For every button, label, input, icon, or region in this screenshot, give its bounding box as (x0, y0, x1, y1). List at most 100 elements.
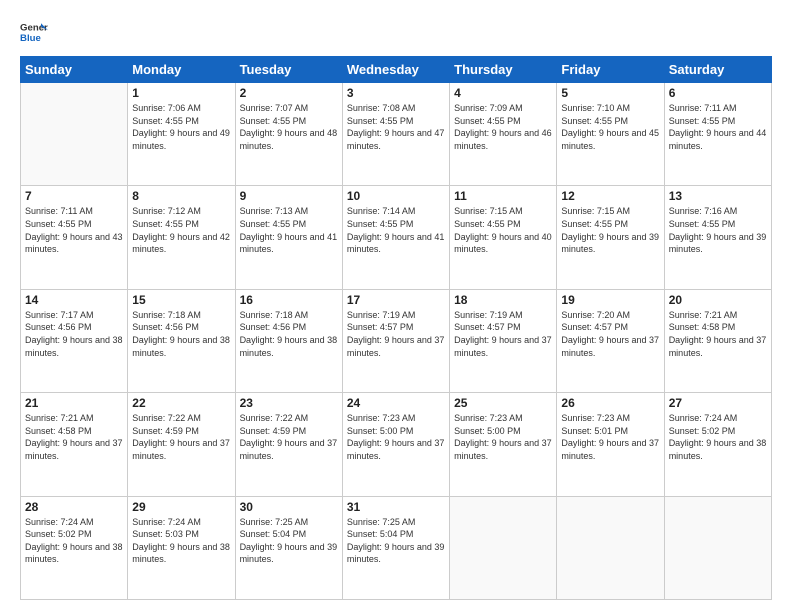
day-info: Sunrise: 7:22 AMSunset: 4:59 PMDaylight:… (240, 412, 338, 462)
day-number: 27 (669, 396, 767, 410)
header: General Blue (20, 18, 772, 46)
day-info: Sunrise: 7:12 AMSunset: 4:55 PMDaylight:… (132, 205, 230, 255)
calendar-cell: 12 Sunrise: 7:15 AMSunset: 4:55 PMDaylig… (557, 186, 664, 289)
day-number: 29 (132, 500, 230, 514)
day-info: Sunrise: 7:07 AMSunset: 4:55 PMDaylight:… (240, 102, 338, 152)
day-number: 16 (240, 293, 338, 307)
day-number: 6 (669, 86, 767, 100)
calendar-week-3: 14 Sunrise: 7:17 AMSunset: 4:56 PMDaylig… (21, 289, 772, 392)
calendar-cell: 19 Sunrise: 7:20 AMSunset: 4:57 PMDaylig… (557, 289, 664, 392)
day-number: 26 (561, 396, 659, 410)
calendar-cell: 13 Sunrise: 7:16 AMSunset: 4:55 PMDaylig… (664, 186, 771, 289)
day-number: 21 (25, 396, 123, 410)
calendar-cell: 27 Sunrise: 7:24 AMSunset: 5:02 PMDaylig… (664, 393, 771, 496)
day-info: Sunrise: 7:11 AMSunset: 4:55 PMDaylight:… (669, 102, 767, 152)
day-number: 10 (347, 189, 445, 203)
calendar-cell: 1 Sunrise: 7:06 AMSunset: 4:55 PMDayligh… (128, 83, 235, 186)
logo-icon: General Blue (20, 18, 48, 46)
calendar-cell: 30 Sunrise: 7:25 AMSunset: 5:04 PMDaylig… (235, 496, 342, 599)
calendar-cell: 16 Sunrise: 7:18 AMSunset: 4:56 PMDaylig… (235, 289, 342, 392)
day-number: 31 (347, 500, 445, 514)
svg-text:Blue: Blue (20, 33, 41, 44)
day-info: Sunrise: 7:18 AMSunset: 4:56 PMDaylight:… (240, 309, 338, 359)
calendar-cell: 3 Sunrise: 7:08 AMSunset: 4:55 PMDayligh… (342, 83, 449, 186)
day-info: Sunrise: 7:17 AMSunset: 4:56 PMDaylight:… (25, 309, 123, 359)
day-info: Sunrise: 7:21 AMSunset: 4:58 PMDaylight:… (669, 309, 767, 359)
calendar-cell: 5 Sunrise: 7:10 AMSunset: 4:55 PMDayligh… (557, 83, 664, 186)
day-number: 19 (561, 293, 659, 307)
calendar-cell: 18 Sunrise: 7:19 AMSunset: 4:57 PMDaylig… (450, 289, 557, 392)
day-number: 18 (454, 293, 552, 307)
day-info: Sunrise: 7:16 AMSunset: 4:55 PMDaylight:… (669, 205, 767, 255)
calendar-cell: 22 Sunrise: 7:22 AMSunset: 4:59 PMDaylig… (128, 393, 235, 496)
day-number: 7 (25, 189, 123, 203)
calendar-table: SundayMondayTuesdayWednesdayThursdayFrid… (20, 56, 772, 600)
day-info: Sunrise: 7:11 AMSunset: 4:55 PMDaylight:… (25, 205, 123, 255)
weekday-header-sunday: Sunday (21, 57, 128, 83)
day-info: Sunrise: 7:23 AMSunset: 5:00 PMDaylight:… (454, 412, 552, 462)
weekday-header-wednesday: Wednesday (342, 57, 449, 83)
calendar-cell (557, 496, 664, 599)
weekday-header-row: SundayMondayTuesdayWednesdayThursdayFrid… (21, 57, 772, 83)
calendar-cell: 28 Sunrise: 7:24 AMSunset: 5:02 PMDaylig… (21, 496, 128, 599)
calendar-cell: 14 Sunrise: 7:17 AMSunset: 4:56 PMDaylig… (21, 289, 128, 392)
calendar-cell: 29 Sunrise: 7:24 AMSunset: 5:03 PMDaylig… (128, 496, 235, 599)
calendar-cell: 25 Sunrise: 7:23 AMSunset: 5:00 PMDaylig… (450, 393, 557, 496)
calendar-cell: 15 Sunrise: 7:18 AMSunset: 4:56 PMDaylig… (128, 289, 235, 392)
calendar-cell: 11 Sunrise: 7:15 AMSunset: 4:55 PMDaylig… (450, 186, 557, 289)
calendar-cell (450, 496, 557, 599)
day-info: Sunrise: 7:25 AMSunset: 5:04 PMDaylight:… (347, 516, 445, 566)
day-info: Sunrise: 7:15 AMSunset: 4:55 PMDaylight:… (561, 205, 659, 255)
day-number: 14 (25, 293, 123, 307)
calendar-cell: 2 Sunrise: 7:07 AMSunset: 4:55 PMDayligh… (235, 83, 342, 186)
day-number: 5 (561, 86, 659, 100)
logo: General Blue (20, 18, 48, 46)
calendar-cell: 31 Sunrise: 7:25 AMSunset: 5:04 PMDaylig… (342, 496, 449, 599)
calendar-cell: 24 Sunrise: 7:23 AMSunset: 5:00 PMDaylig… (342, 393, 449, 496)
calendar-cell: 8 Sunrise: 7:12 AMSunset: 4:55 PMDayligh… (128, 186, 235, 289)
day-info: Sunrise: 7:25 AMSunset: 5:04 PMDaylight:… (240, 516, 338, 566)
day-number: 11 (454, 189, 552, 203)
calendar-week-4: 21 Sunrise: 7:21 AMSunset: 4:58 PMDaylig… (21, 393, 772, 496)
calendar-cell: 7 Sunrise: 7:11 AMSunset: 4:55 PMDayligh… (21, 186, 128, 289)
day-info: Sunrise: 7:20 AMSunset: 4:57 PMDaylight:… (561, 309, 659, 359)
day-info: Sunrise: 7:22 AMSunset: 4:59 PMDaylight:… (132, 412, 230, 462)
day-info: Sunrise: 7:14 AMSunset: 4:55 PMDaylight:… (347, 205, 445, 255)
calendar-cell: 26 Sunrise: 7:23 AMSunset: 5:01 PMDaylig… (557, 393, 664, 496)
day-number: 28 (25, 500, 123, 514)
day-info: Sunrise: 7:18 AMSunset: 4:56 PMDaylight:… (132, 309, 230, 359)
day-info: Sunrise: 7:24 AMSunset: 5:03 PMDaylight:… (132, 516, 230, 566)
day-number: 4 (454, 86, 552, 100)
day-info: Sunrise: 7:19 AMSunset: 4:57 PMDaylight:… (347, 309, 445, 359)
weekday-header-tuesday: Tuesday (235, 57, 342, 83)
day-number: 9 (240, 189, 338, 203)
day-info: Sunrise: 7:19 AMSunset: 4:57 PMDaylight:… (454, 309, 552, 359)
weekday-header-monday: Monday (128, 57, 235, 83)
day-info: Sunrise: 7:06 AMSunset: 4:55 PMDaylight:… (132, 102, 230, 152)
day-number: 2 (240, 86, 338, 100)
day-info: Sunrise: 7:21 AMSunset: 4:58 PMDaylight:… (25, 412, 123, 462)
calendar-cell: 20 Sunrise: 7:21 AMSunset: 4:58 PMDaylig… (664, 289, 771, 392)
day-number: 25 (454, 396, 552, 410)
day-number: 22 (132, 396, 230, 410)
day-number: 20 (669, 293, 767, 307)
day-number: 15 (132, 293, 230, 307)
calendar-cell: 23 Sunrise: 7:22 AMSunset: 4:59 PMDaylig… (235, 393, 342, 496)
day-number: 30 (240, 500, 338, 514)
day-info: Sunrise: 7:23 AMSunset: 5:00 PMDaylight:… (347, 412, 445, 462)
calendar-cell: 6 Sunrise: 7:11 AMSunset: 4:55 PMDayligh… (664, 83, 771, 186)
calendar-cell: 17 Sunrise: 7:19 AMSunset: 4:57 PMDaylig… (342, 289, 449, 392)
weekday-header-thursday: Thursday (450, 57, 557, 83)
calendar-cell: 10 Sunrise: 7:14 AMSunset: 4:55 PMDaylig… (342, 186, 449, 289)
day-number: 8 (132, 189, 230, 203)
day-info: Sunrise: 7:09 AMSunset: 4:55 PMDaylight:… (454, 102, 552, 152)
calendar-cell: 4 Sunrise: 7:09 AMSunset: 4:55 PMDayligh… (450, 83, 557, 186)
day-info: Sunrise: 7:15 AMSunset: 4:55 PMDaylight:… (454, 205, 552, 255)
page: General Blue SundayMondayTuesdayWednesda… (0, 0, 792, 612)
day-number: 17 (347, 293, 445, 307)
weekday-header-saturday: Saturday (664, 57, 771, 83)
day-info: Sunrise: 7:13 AMSunset: 4:55 PMDaylight:… (240, 205, 338, 255)
day-info: Sunrise: 7:23 AMSunset: 5:01 PMDaylight:… (561, 412, 659, 462)
calendar-cell (664, 496, 771, 599)
day-info: Sunrise: 7:08 AMSunset: 4:55 PMDaylight:… (347, 102, 445, 152)
